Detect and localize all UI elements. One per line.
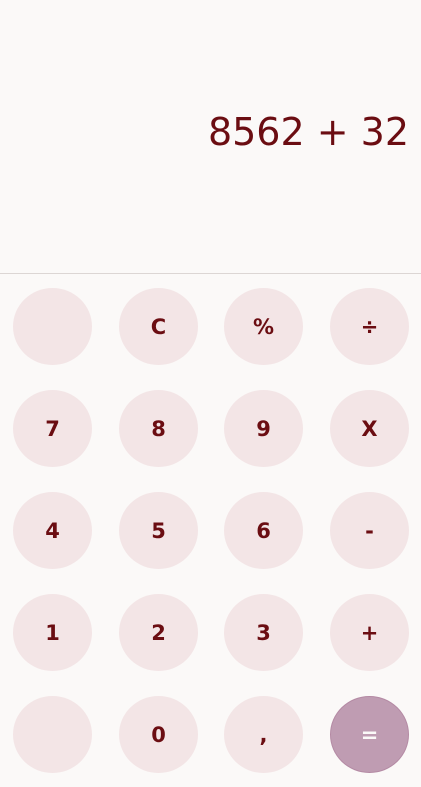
equals-button[interactable]: = [330,696,409,773]
digit-3-button[interactable]: 3 [224,594,303,671]
divide-button[interactable]: ÷ [330,288,409,365]
blank-key-top[interactable] [13,288,92,365]
expression-text: 8562 + 32 [207,110,409,154]
comma-button[interactable]: , [224,696,303,773]
minus-button[interactable]: - [330,492,409,569]
digit-1-button[interactable]: 1 [13,594,92,671]
digit-9-button[interactable]: 9 [224,390,303,467]
digit-0-button[interactable]: 0 [119,696,198,773]
clear-button[interactable]: C [119,288,198,365]
calculator-display: 8562 + 32 [0,0,421,274]
digit-8-button[interactable]: 8 [119,390,198,467]
digit-2-button[interactable]: 2 [119,594,198,671]
digit-4-button[interactable]: 4 [13,492,92,569]
multiply-button[interactable]: X [330,390,409,467]
keypad: C % ÷ 7 8 9 X 4 5 6 - 1 2 3 + 0 , = [0,274,421,787]
digit-7-button[interactable]: 7 [13,390,92,467]
percent-button[interactable]: % [224,288,303,365]
blank-key-bottom[interactable] [13,696,92,773]
plus-button[interactable]: + [330,594,409,671]
digit-5-button[interactable]: 5 [119,492,198,569]
digit-6-button[interactable]: 6 [224,492,303,569]
